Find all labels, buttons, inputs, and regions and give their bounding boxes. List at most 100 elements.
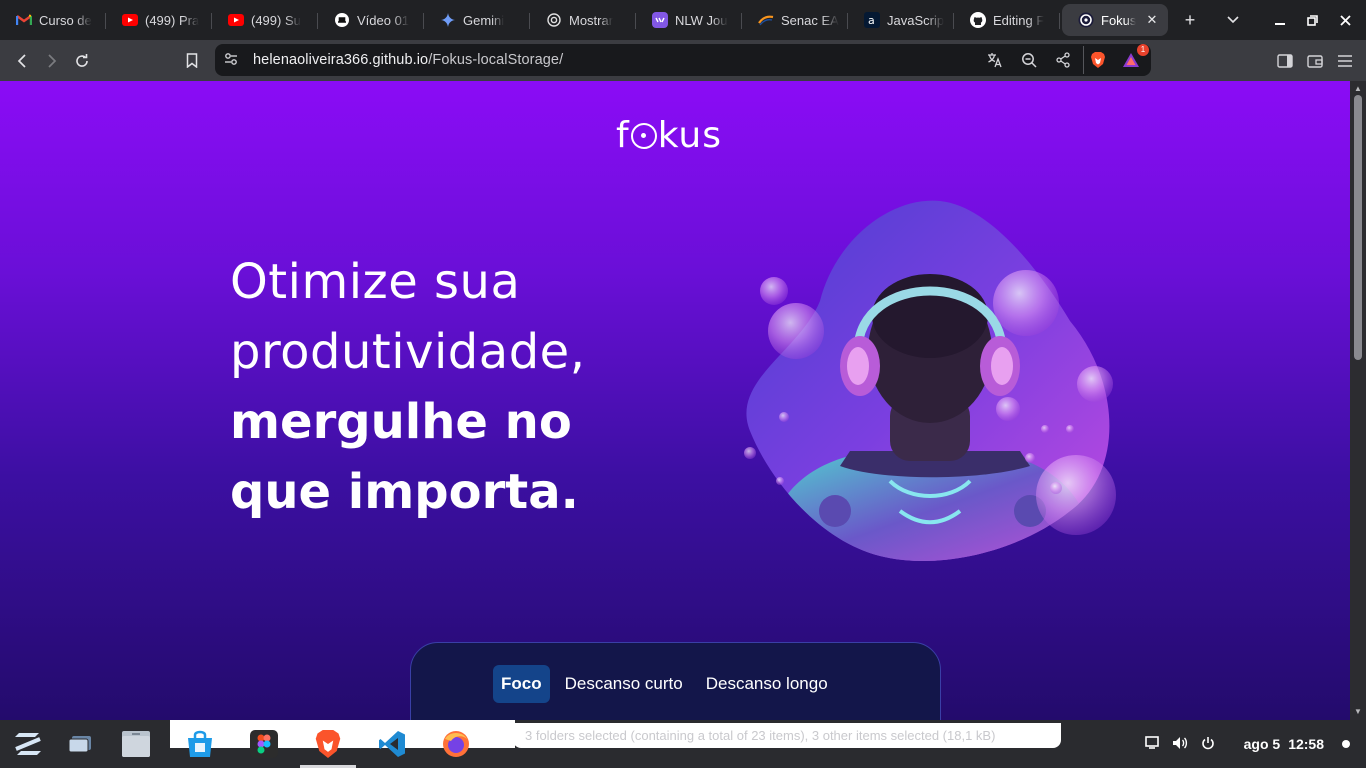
gemini-icon: [440, 12, 456, 28]
tab-title: Senac EA: [781, 12, 839, 28]
address-bar[interactable]: helenaoliveira366.github.io/Fokus-localS…: [215, 44, 1151, 76]
hero-illustration: [744, 200, 1116, 561]
file-manager-status: 3 folders selected (containing a total o…: [513, 723, 1061, 748]
back-icon[interactable]: [7, 46, 37, 76]
gmail-icon: [16, 12, 32, 28]
fokus-logo: fokus fkus: [616, 115, 722, 156]
browser-tab[interactable]: Vídeo 01: [318, 4, 424, 36]
logo-target-icon: [630, 123, 657, 149]
reload-icon[interactable]: [67, 46, 97, 76]
browser-tab[interactable]: Mostrar: [530, 4, 636, 36]
tab-title: NLW Jou: [675, 12, 728, 28]
site-settings-icon[interactable]: [215, 52, 247, 69]
close-tab-icon[interactable]: ✕: [1144, 12, 1160, 28]
bookmark-icon[interactable]: [177, 46, 207, 76]
mode-selector: Foco Descanso curto Descanso longo: [493, 665, 843, 703]
url-path: /Fokus-localStorage/: [428, 52, 564, 68]
notification-badge: 1: [1137, 44, 1149, 56]
page-scrollbar[interactable]: ▲ ▼: [1350, 81, 1366, 720]
tab-title: JavaScrip: [887, 12, 945, 28]
brave-browser-icon[interactable]: [312, 728, 344, 760]
close-window-icon[interactable]: [1329, 2, 1362, 38]
browser-tab[interactable]: (499) Pra: [106, 4, 212, 36]
scroll-up-icon[interactable]: ▲: [1353, 84, 1363, 93]
bubble: [768, 303, 824, 359]
tab-title: Mostrar: [569, 12, 614, 28]
browser-toolbar: helenaoliveira366.github.io/Fokus-localS…: [0, 40, 1366, 81]
zoom-out-icon[interactable]: [1015, 46, 1043, 74]
translate-icon[interactable]: [981, 46, 1009, 74]
mode-focus-button[interactable]: Foco: [493, 665, 550, 703]
bubble: [744, 447, 756, 459]
headline-line-2: produtividade,: [230, 324, 586, 380]
fokus-icon: [1078, 12, 1094, 28]
bubble: [1077, 366, 1113, 402]
rocketseat-icon: [652, 12, 668, 28]
hat-icon: [334, 12, 350, 28]
headline-line-1: Otimize sua: [230, 254, 521, 310]
timer-card: Foco Descanso curto Descanso longo: [410, 642, 941, 720]
workspaces-icon[interactable]: [64, 728, 96, 760]
tab-title: (499) Su: [251, 12, 301, 28]
youtube-icon: [228, 12, 244, 28]
wallet-icon[interactable]: [1302, 54, 1328, 68]
tray-date[interactable]: ago 5: [1244, 736, 1281, 752]
new-tab-icon[interactable]: +: [1172, 2, 1208, 38]
vscode-icon[interactable]: [376, 728, 408, 760]
minimize-icon[interactable]: [1263, 2, 1296, 38]
tray-time[interactable]: 12:58: [1288, 736, 1324, 752]
tab-strip: Curso de (499) Pra (499) Su Vídeo 01 Gem…: [0, 0, 1366, 40]
mode-long-break-button[interactable]: Descanso longo: [698, 665, 836, 703]
volume-icon[interactable]: [1166, 736, 1194, 753]
url-actions: 1: [981, 44, 1149, 76]
display-icon[interactable]: [1138, 736, 1166, 752]
headline-line-3: mergulhe no: [230, 394, 572, 450]
zorin-menu-icon[interactable]: [12, 728, 44, 760]
tab-title: Curso de: [39, 12, 92, 28]
scroll-down-icon[interactable]: ▼: [1353, 707, 1363, 716]
senac-icon: [758, 12, 774, 28]
bubble: [993, 270, 1059, 336]
browser-tab[interactable]: Senac EA: [742, 4, 848, 36]
svg-text:a: a: [868, 14, 875, 27]
scrollbar-thumb[interactable]: [1354, 95, 1362, 360]
firefox-icon[interactable]: [440, 728, 472, 760]
tab-title: Editing F: [993, 12, 1045, 28]
openai-icon: [546, 12, 562, 28]
figma-icon[interactable]: [248, 728, 280, 760]
files-app-icon[interactable]: [120, 728, 152, 760]
share-icon[interactable]: [1049, 46, 1077, 74]
brave-rewards-icon[interactable]: 1: [1117, 44, 1149, 74]
mode-short-break-button[interactable]: Descanso curto: [557, 665, 691, 703]
hero-headline: Otimize sua produtividade, mergulhe no q…: [230, 247, 710, 527]
bubble: [779, 412, 789, 422]
window-controls: [1213, 0, 1366, 40]
browser-tab[interactable]: a JavaScrip: [848, 4, 954, 36]
brave-shields-icon[interactable]: [1083, 46, 1111, 74]
power-icon[interactable]: [1194, 736, 1222, 753]
tab-title: Gemini: [463, 12, 505, 28]
browser-tab[interactable]: Gemini: [424, 4, 530, 36]
system-tray: ago 5 12:58: [1138, 720, 1366, 768]
browser-tab[interactable]: (499) Su: [212, 4, 318, 36]
bubble: [1066, 425, 1074, 433]
menu-icon[interactable]: [1332, 54, 1358, 67]
notification-dot-icon[interactable]: [1342, 740, 1350, 748]
browser-tab[interactable]: NLW Jou: [636, 4, 742, 36]
software-store-icon[interactable]: [184, 728, 216, 760]
tab-search-chevron-icon[interactable]: [1213, 2, 1253, 38]
tab-title: (499) Pra: [145, 12, 200, 28]
maximize-icon[interactable]: [1296, 2, 1329, 38]
sidebar-icon[interactable]: [1272, 53, 1298, 68]
browser-tab[interactable]: Curso de: [0, 4, 106, 36]
bubble: [1041, 425, 1049, 433]
web-page: fokus fkus Otimize sua produtividade, me…: [0, 81, 1350, 720]
alura-icon: a: [864, 12, 880, 28]
browser-tab-active[interactable]: Fokus ✕: [1062, 4, 1168, 36]
bubble: [1050, 482, 1062, 494]
forward-icon[interactable]: [37, 46, 67, 76]
url-text[interactable]: helenaoliveira366.github.io/Fokus-localS…: [253, 52, 563, 68]
browser-tab[interactable]: Editing F: [954, 4, 1060, 36]
bubble: [1036, 455, 1116, 535]
youtube-icon: [122, 12, 138, 28]
